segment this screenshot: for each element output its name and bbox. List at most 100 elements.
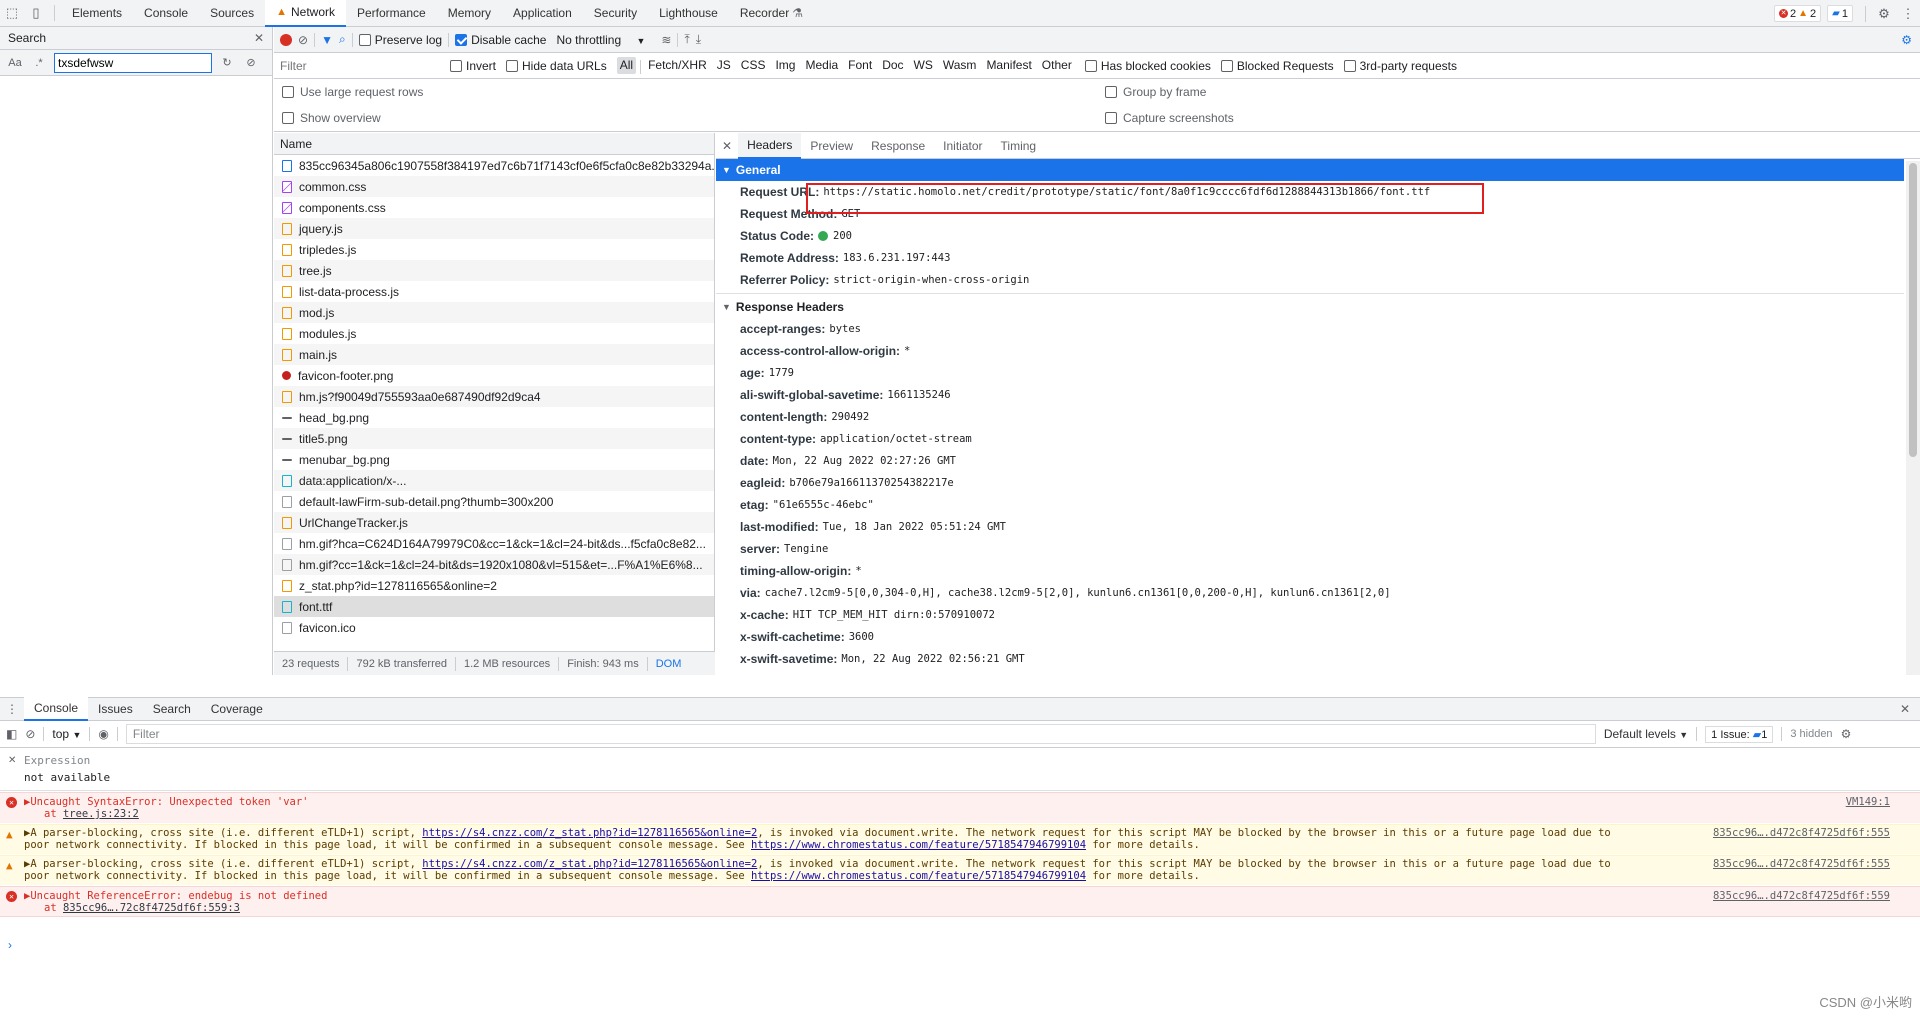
refresh-icon[interactable]: ↻ (218, 56, 236, 69)
request-row[interactable]: z_stat.php?id=1278116565&online=2 (274, 575, 714, 596)
request-row[interactable]: UrlChangeTracker.js (274, 512, 714, 533)
filter-type-other[interactable]: Other (1039, 57, 1075, 74)
filter-type-manifest[interactable]: Manifest (983, 57, 1034, 74)
blocked-cookies-checkbox[interactable]: Has blocked cookies (1084, 59, 1211, 73)
log-levels-select[interactable]: Default levels ▼ (1604, 727, 1688, 741)
tab-response[interactable]: Response (862, 133, 934, 159)
filter-input[interactable] (280, 55, 440, 76)
console-settings-gear-icon[interactable]: ⚙ (1841, 727, 1852, 741)
tab-performance[interactable]: Performance (346, 0, 437, 27)
invert-checkbox[interactable]: Invert (450, 59, 496, 73)
filter-type-ws[interactable]: WS (911, 57, 936, 74)
expression-label[interactable]: Expression (24, 754, 90, 767)
request-row[interactable]: hm.js?f90049d755593aa0e687490df92d9ca4 (274, 386, 714, 407)
chromestatus-link[interactable]: https://www.chromestatus.com/feature/571… (751, 870, 1086, 882)
filter-type-img[interactable]: Img (772, 57, 798, 74)
error-warning-counter[interactable]: ✕ 2 ▲ 2 (1774, 5, 1822, 22)
sidebar-toggle-icon[interactable]: ◧ (6, 727, 17, 741)
drawer-tab-console[interactable]: Console (24, 697, 89, 721)
request-row[interactable]: common.css (274, 176, 714, 197)
request-row[interactable]: data:application/x-... (274, 470, 714, 491)
request-row[interactable]: favicon.ico (274, 617, 714, 638)
request-row[interactable]: main.js (274, 344, 714, 365)
stack-link[interactable]: tree.js:23:2 (63, 808, 139, 820)
device-toolbar-icon[interactable]: ▯ (24, 0, 48, 26)
console-prompt[interactable]: › (8, 938, 12, 952)
drawer-tab-issues[interactable]: Issues (88, 697, 143, 721)
source-link[interactable]: 835cc96….d472c8f4725df6f:559 (1713, 890, 1890, 902)
settings-gear-icon[interactable]: ⚙ (1872, 1, 1896, 27)
third-party-checkbox[interactable]: 3rd-party requests (1343, 59, 1457, 73)
filter-type-js[interactable]: JS (714, 57, 734, 74)
clear-icon[interactable]: ⊘ (298, 33, 308, 47)
tab-initiator[interactable]: Initiator (934, 133, 991, 159)
record-icon[interactable] (280, 33, 292, 46)
source-link[interactable]: VM149:1 (1846, 796, 1890, 808)
stack-link[interactable]: 835cc96….72c8f4725df6f:559:3 (63, 902, 240, 914)
request-row[interactable]: favicon-footer.png (274, 365, 714, 386)
close-drawer-icon[interactable]: ✕ (1900, 702, 1910, 716)
export-icon[interactable]: ⤓ (696, 32, 701, 47)
hide-data-urls-checkbox[interactable]: Hide data URLs (506, 59, 607, 73)
request-row[interactable]: jquery.js (274, 218, 714, 239)
message-counter[interactable]: ▰ 1 (1827, 5, 1853, 22)
close-icon[interactable]: ✕ (722, 139, 732, 153)
inspect-element-icon[interactable]: ⬚ (0, 0, 24, 26)
network-settings-gear-icon[interactable]: ⚙ (1901, 33, 1912, 47)
request-row[interactable]: 835cc96345a806c1907558f384197ed7c6b71f71… (274, 155, 714, 176)
remove-expression-icon[interactable]: ✕ (8, 755, 16, 766)
match-case-toggle[interactable]: Aa (6, 57, 24, 69)
disable-cache-checkbox[interactable]: Disable cache (455, 33, 546, 47)
blocked-requests-checkbox[interactable]: Blocked Requests (1220, 59, 1334, 73)
filter-type-css[interactable]: CSS (738, 57, 769, 74)
tab-console[interactable]: Console (133, 0, 199, 27)
response-headers-section-header[interactable]: ▼ Response Headers (716, 296, 1920, 318)
regex-toggle[interactable]: .* (30, 57, 48, 69)
request-row[interactable]: head_bg.png (274, 407, 714, 428)
request-row[interactable]: font.ttf (274, 596, 714, 617)
script-link[interactable]: https://s4.cnzz.com/z_stat.php?id=127811… (422, 858, 757, 870)
source-link[interactable]: 835cc96….d472c8f4725df6f:555 (1713, 858, 1890, 870)
search-input[interactable] (54, 52, 212, 73)
tab-network[interactable]: ▲ Network (265, 0, 346, 27)
drawer-menu-icon[interactable]: ⋮ (0, 702, 24, 716)
tab-lighthouse[interactable]: Lighthouse (648, 0, 729, 27)
clear-console-icon[interactable]: ⊘ (25, 727, 35, 741)
tab-application[interactable]: Application (502, 0, 583, 27)
request-row[interactable]: list-data-process.js (274, 281, 714, 302)
tab-headers[interactable]: Headers (738, 133, 802, 159)
tab-timing[interactable]: Timing (992, 133, 1046, 159)
request-row[interactable]: tripledes.js (274, 239, 714, 260)
context-select[interactable]: top ▼ (52, 727, 81, 741)
request-row[interactable]: mod.js (274, 302, 714, 323)
request-row[interactable]: hm.gif?cc=1&ck=1&cl=24-bit&ds=1920x1080&… (274, 554, 714, 575)
tab-preview[interactable]: Preview (801, 133, 862, 159)
chromestatus-link[interactable]: https://www.chromestatus.com/feature/571… (751, 839, 1086, 851)
tab-sources[interactable]: Sources (199, 0, 265, 27)
preserve-log-checkbox[interactable]: Preserve log (358, 33, 442, 47)
console-filter-input[interactable]: Filter (125, 724, 1596, 744)
live-expression-eye-icon[interactable]: ◉ (98, 727, 108, 741)
scrollbar-thumb[interactable] (1909, 163, 1917, 457)
group-by-frame-checkbox[interactable]: Group by frame (1105, 85, 1206, 99)
close-icon[interactable]: ✕ (254, 31, 264, 45)
search-icon[interactable]: ⌕ (339, 32, 346, 47)
filter-type-fetch-xhr[interactable]: Fetch/XHR (645, 57, 710, 74)
tab-memory[interactable]: Memory (437, 0, 502, 27)
filter-type-font[interactable]: Font (845, 57, 875, 74)
throttling-select[interactable]: No throttling ▼ (556, 33, 645, 47)
clear-icon[interactable]: ⊘ (242, 56, 260, 69)
filter-type-doc[interactable]: Doc (879, 57, 906, 74)
request-row[interactable]: tree.js (274, 260, 714, 281)
general-section-header[interactable]: ▼ General (716, 159, 1904, 181)
wifi-icon[interactable]: ≋ (661, 33, 671, 47)
tab-security[interactable]: Security (583, 0, 648, 27)
request-row[interactable]: modules.js (274, 323, 714, 344)
script-link[interactable]: https://s4.cnzz.com/z_stat.php?id=127811… (422, 827, 757, 839)
name-column-header[interactable]: Name (274, 133, 714, 155)
large-rows-checkbox[interactable]: Use large request rows (282, 85, 423, 99)
filter-type-wasm[interactable]: Wasm (940, 57, 980, 74)
issues-button[interactable]: 1 Issue: ▰1 (1705, 725, 1774, 743)
request-row[interactable]: components.css (274, 197, 714, 218)
drawer-tab-coverage[interactable]: Coverage (201, 697, 273, 721)
